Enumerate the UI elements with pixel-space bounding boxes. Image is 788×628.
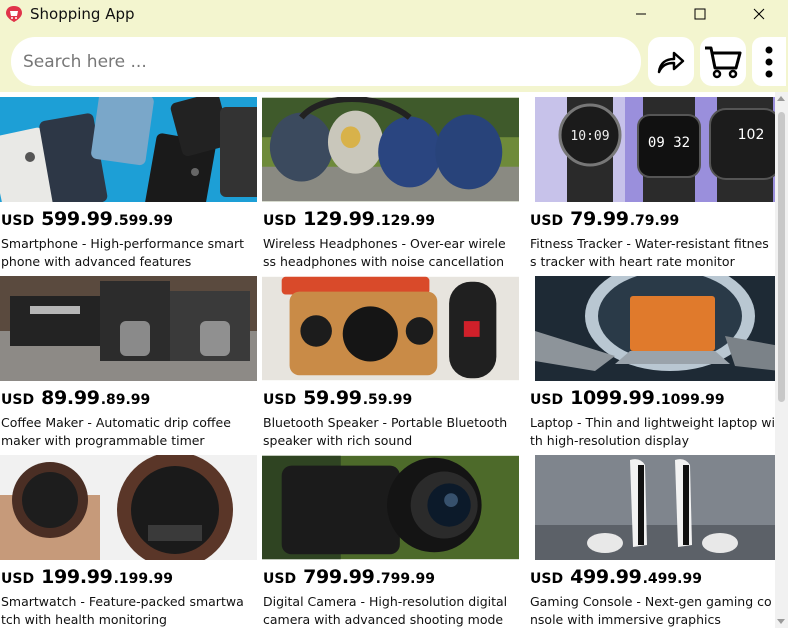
currency: USD bbox=[1, 571, 35, 587]
share-icon bbox=[657, 51, 685, 73]
price: USD 199.99 .199.99 bbox=[1, 566, 173, 592]
product-description: Fitness Tracker - Water-resistant fitnes… bbox=[530, 236, 769, 269]
currency: USD bbox=[530, 392, 564, 408]
maximize-icon bbox=[694, 8, 705, 20]
coffee-maker-image bbox=[0, 276, 257, 381]
scroll-down-arrow[interactable] bbox=[777, 619, 785, 624]
price-main: 59.99 bbox=[303, 387, 362, 409]
price-main: 199.99 bbox=[41, 566, 113, 588]
price-small: .1099.99 bbox=[655, 392, 725, 408]
headphones-image bbox=[262, 97, 519, 202]
price: USD 799.99 .799.99 bbox=[263, 566, 435, 592]
currency: USD bbox=[263, 571, 297, 587]
product-card[interactable]: USD 1099.99 .1099.99 Laptop - Thin and l… bbox=[529, 271, 787, 451]
product-description: Smartwatch - Feature-packed smartwatch w… bbox=[1, 594, 244, 627]
product-card[interactable]: USD 89.99 .89.99 Coffee Maker - Automati… bbox=[0, 271, 258, 451]
price: USD 129.99 .129.99 bbox=[263, 208, 435, 234]
price-small: .79.99 bbox=[629, 213, 680, 229]
product-description: Coffee Maker - Automatic drip coffee mak… bbox=[1, 415, 231, 448]
price-small: .799.99 bbox=[375, 571, 435, 587]
price-small: .89.99 bbox=[100, 392, 151, 408]
product-card[interactable]: USD 799.99 .799.99 Digital Camera - High… bbox=[262, 450, 520, 628]
product-card[interactable]: USD 499.99 .499.99 Gaming Console - Next… bbox=[529, 450, 787, 628]
price: USD 599.99 .599.99 bbox=[1, 208, 173, 234]
currency: USD bbox=[530, 571, 564, 587]
product-description: Laptop - Thin and lightweight laptop wit… bbox=[530, 415, 775, 448]
vertical-scrollbar[interactable] bbox=[775, 92, 788, 628]
toolbar bbox=[0, 28, 788, 92]
smartwatch-image bbox=[0, 455, 257, 560]
close-button[interactable] bbox=[729, 0, 788, 28]
currency: USD bbox=[1, 213, 35, 229]
price-main: 79.99 bbox=[570, 208, 629, 230]
scroll-up-arrow[interactable] bbox=[777, 96, 785, 101]
price: USD 89.99 .89.99 bbox=[1, 387, 150, 413]
price-small: .59.99 bbox=[362, 392, 413, 408]
product-description: Wireless Headphones - Over-ear wireless … bbox=[263, 236, 506, 269]
currency: USD bbox=[263, 392, 297, 408]
shopping-bag-app-icon bbox=[6, 6, 22, 22]
smartphone-image bbox=[0, 97, 257, 202]
product-description: Smartphone - High-performance smartphone… bbox=[1, 236, 245, 269]
price-main: 89.99 bbox=[41, 387, 100, 409]
cart-button[interactable] bbox=[700, 37, 746, 86]
product-description: Digital Camera - High-resolution digital… bbox=[263, 594, 508, 627]
maximize-button[interactable] bbox=[670, 0, 729, 28]
share-button[interactable] bbox=[648, 37, 694, 86]
product-description: Bluetooth Speaker - Portable Bluetooth s… bbox=[263, 415, 508, 448]
more-vertical-icon bbox=[765, 46, 773, 77]
currency: USD bbox=[530, 213, 564, 229]
close-icon bbox=[753, 8, 764, 20]
price-small: .599.99 bbox=[113, 213, 173, 229]
product-card[interactable]: 10:09 09 32 102 USD 79.99 .79.99 Fitness… bbox=[529, 92, 787, 272]
currency: USD bbox=[1, 392, 35, 408]
product-grid: USD 599.99 .599.99 Smartphone - High-per… bbox=[0, 92, 788, 628]
price: USD 79.99 .79.99 bbox=[530, 208, 679, 234]
price-main: 1099.99 bbox=[570, 387, 655, 409]
cart-icon bbox=[705, 46, 742, 78]
price: USD 59.99 .59.99 bbox=[263, 387, 412, 413]
price-main: 499.99 bbox=[570, 566, 642, 588]
currency: USD bbox=[263, 213, 297, 229]
watch-face-b: 09 32 bbox=[648, 135, 690, 151]
product-description: Gaming Console - Next-gen gaming console… bbox=[530, 594, 772, 627]
fitness-tracker-image: 10:09 09 32 102 bbox=[535, 97, 781, 202]
product-card[interactable]: USD 199.99 .199.99 Smartwatch - Feature-… bbox=[0, 450, 258, 628]
laptop-image bbox=[535, 276, 780, 381]
more-options-button[interactable] bbox=[752, 37, 786, 86]
price-small: .499.99 bbox=[642, 571, 702, 587]
price-small: .199.99 bbox=[113, 571, 173, 587]
watch-face-c: 102 bbox=[738, 127, 765, 143]
minimize-icon bbox=[635, 13, 646, 15]
window-title: Shopping App bbox=[30, 5, 135, 23]
product-card[interactable]: USD 129.99 .129.99 Wireless Headphones -… bbox=[262, 92, 520, 272]
price-small: .129.99 bbox=[375, 213, 435, 229]
product-card[interactable]: USD 59.99 .59.99 Bluetooth Speaker - Por… bbox=[262, 271, 520, 451]
watch-face-a: 10:09 bbox=[570, 129, 609, 144]
price: USD 1099.99 .1099.99 bbox=[530, 387, 725, 413]
bluetooth-speaker-image bbox=[262, 276, 519, 381]
title-bar: Shopping App bbox=[0, 0, 788, 28]
minimize-button[interactable] bbox=[611, 0, 670, 28]
price-main: 799.99 bbox=[303, 566, 375, 588]
price: USD 499.99 .499.99 bbox=[530, 566, 702, 592]
price-main: 599.99 bbox=[41, 208, 113, 230]
scrollbar-thumb[interactable] bbox=[778, 112, 785, 402]
product-card[interactable]: USD 599.99 .599.99 Smartphone - High-per… bbox=[0, 92, 258, 272]
digital-camera-image bbox=[262, 455, 519, 560]
price-main: 129.99 bbox=[303, 208, 375, 230]
gaming-console-image bbox=[535, 455, 780, 560]
search-input[interactable] bbox=[11, 37, 641, 86]
